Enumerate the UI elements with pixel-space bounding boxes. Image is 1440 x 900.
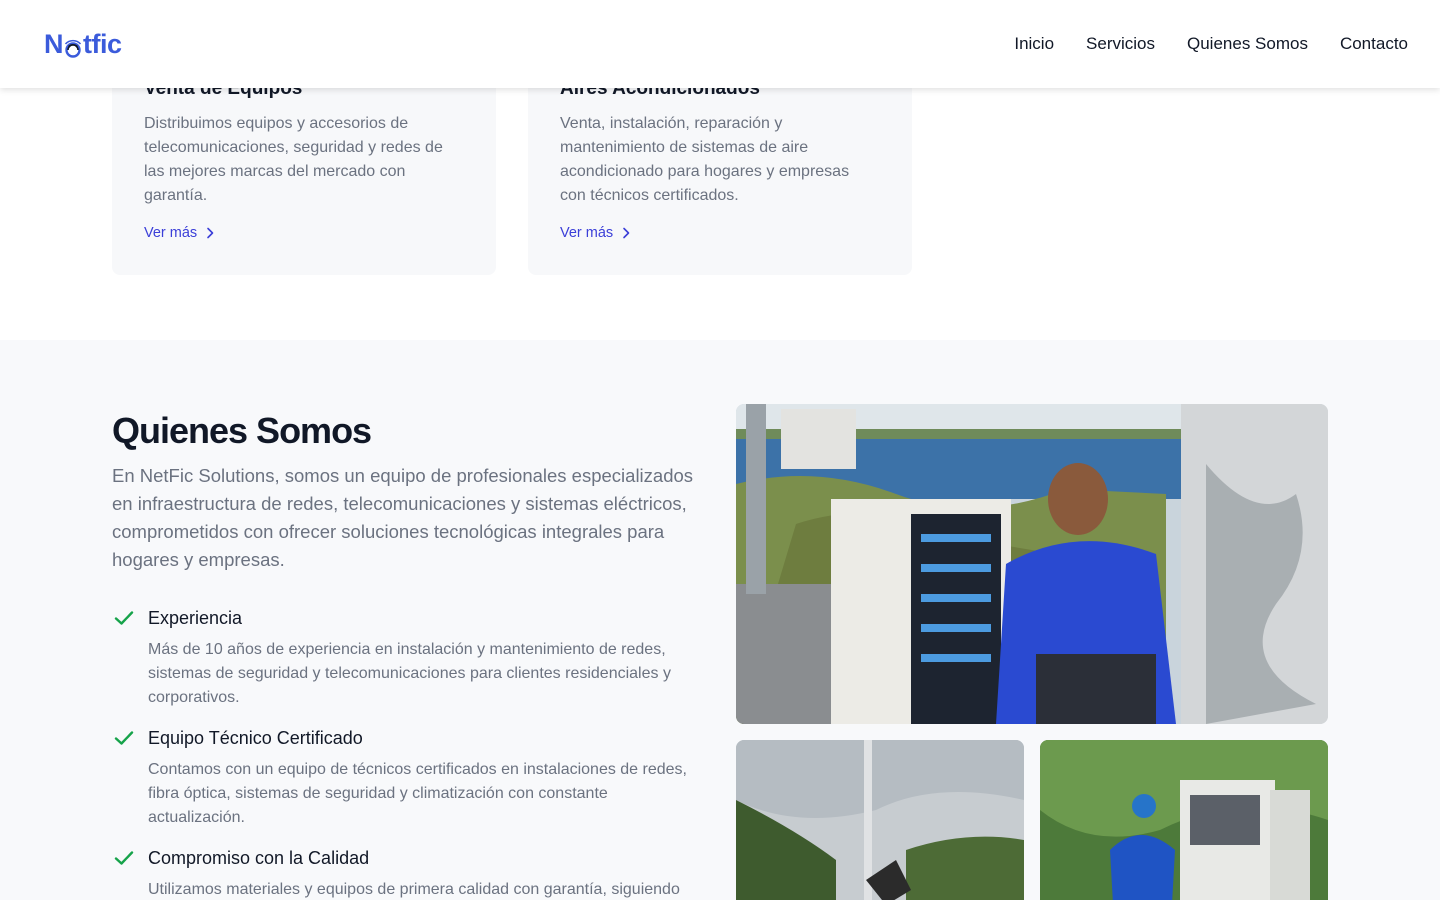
technician-cabinet-photo [736,404,1328,724]
feature-title: Experiencia [148,608,243,628]
see-more-link[interactable]: Ver más [144,225,215,241]
feature-title: Compromiso con la Calidad [148,848,370,868]
check-icon [114,731,134,745]
about-section: Quienes Somos En NetFic Solutions, somos… [0,340,1440,900]
feature-description: Más de 10 años de experiencia en instala… [148,641,671,706]
nav-item-servicios[interactable]: Servicios [1086,34,1155,54]
forest-technician-photo [1040,740,1328,900]
street-pole-photo [736,740,1024,900]
see-more-link[interactable]: Ver más [560,225,631,241]
site-header: N tfic Inicio Servicios Quienes Somos Co… [0,0,1440,88]
feature-description: Contamos con un equipo de técnicos certi… [148,761,687,826]
see-more-label: Ver más [560,225,614,241]
main-nav: Inicio Servicios Quienes Somos Contacto [1014,34,1408,54]
see-more-label: Ver más [144,225,198,241]
service-card-description: Distribuimos equipos y accesorios de tel… [144,115,443,204]
nav-item-quienes-somos[interactable]: Quienes Somos [1187,34,1308,54]
feature-description: Utilizamos materiales y equipos de prime… [148,881,680,898]
about-lead: En NetFic Solutions, somos un equipo de … [112,465,694,570]
logo-text-start: N [44,28,64,59]
logo-wifi-globe-icon [63,34,83,58]
nav-item-inicio[interactable]: Inicio [1014,34,1054,54]
nav-item-contacto[interactable]: Contacto [1340,34,1408,54]
feature-title: Equipo Técnico Certificado [148,728,363,748]
netfic-logo[interactable]: N tfic [44,29,122,60]
check-icon [114,851,134,865]
service-card-description: Venta, instalación, reparación y manteni… [560,115,850,204]
check-icon [114,611,134,625]
chevron-right-icon [623,227,630,239]
logo-text-end: tfic [83,28,122,59]
chevron-right-icon [207,227,214,239]
about-title: Quienes Somos [112,410,372,451]
